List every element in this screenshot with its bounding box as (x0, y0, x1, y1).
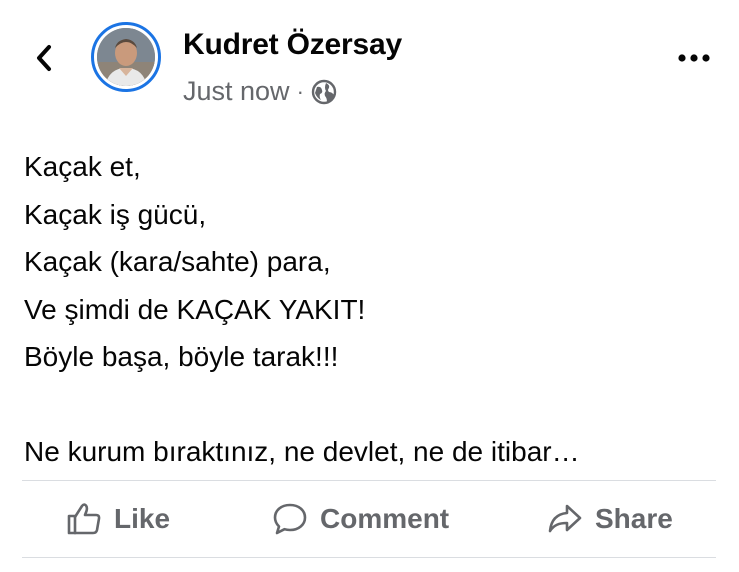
share-arrow-icon (548, 504, 582, 533)
avatar[interactable] (91, 22, 161, 92)
post-line: Kaçak iş gücü, (24, 198, 207, 230)
thumbs-up-icon (67, 503, 101, 535)
post-line: Kaçak (kara/sahte) para, (24, 246, 331, 277)
comment-bubble-icon (273, 503, 307, 535)
author-name[interactable]: Kudret Özersay (183, 28, 402, 62)
chevron-left-icon (37, 45, 51, 71)
actions-divider-bottom (22, 557, 716, 558)
post-timestamp[interactable]: Just now (183, 76, 290, 107)
post-line: Kaçak et, (24, 151, 141, 182)
meta-separator: · (296, 78, 304, 104)
post-line: Ve şimdi de KAÇAK YAKIT! (24, 293, 366, 325)
share-button[interactable]: Share (547, 481, 673, 557)
comment-label: Comment (320, 503, 450, 534)
like-label: Like (114, 503, 171, 534)
post-line: Böyle başa, böyle tarak!!! (24, 341, 339, 372)
post-text: Kaçak et, Kaçak iş gücü, Kaçak (kara/sah… (24, 143, 724, 476)
share-label: Share (595, 503, 673, 534)
post-meta: Just now · (183, 76, 337, 107)
more-dots-icon (678, 54, 710, 62)
post-line-blank (24, 381, 724, 429)
more-options-button[interactable] (674, 43, 714, 73)
action-bar: Like Comment Share (22, 481, 716, 557)
like-button[interactable]: Like (66, 481, 170, 557)
globe-icon[interactable] (311, 79, 337, 105)
post-line: Ne kurum bıraktınız, ne devlet, ne de it… (24, 436, 580, 467)
comment-button[interactable]: Comment (272, 481, 449, 557)
profile-photo (97, 28, 155, 86)
back-button[interactable] (24, 38, 64, 78)
